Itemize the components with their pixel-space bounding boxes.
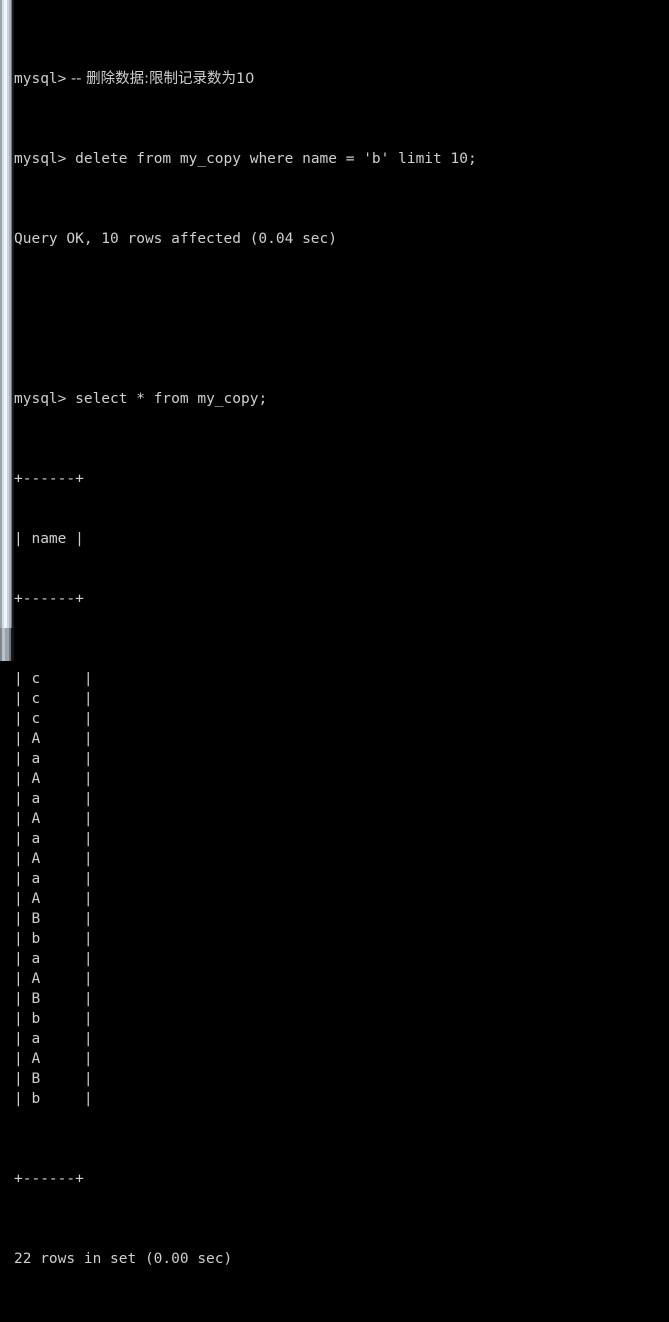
table-row: | A | — [14, 811, 93, 827]
table-top-border: +------+ — [14, 471, 84, 487]
table-row: | a | — [14, 871, 93, 887]
table-row: | B | — [14, 1071, 93, 1087]
table-row: | B | — [14, 991, 93, 1007]
window-left-border-cap — [0, 628, 14, 661]
window-left-border — [0, 0, 14, 661]
table-row: | a | — [14, 791, 93, 807]
table-row: | A | — [14, 891, 93, 907]
console-output-area[interactable]: mysql> -- 删除数据:限制记录数为10 mysql> delete fr… — [14, 0, 669, 1267]
console-line-query-ok: Query OK, 10 rows affected (0.04 sec) — [14, 231, 338, 247]
table-row: | a | — [14, 831, 93, 847]
table-header-row: | name | — [14, 531, 84, 547]
table-row: | A | — [14, 771, 93, 787]
prompt-label: mysql> — [14, 71, 67, 87]
console-line-select-command: mysql> select * from my_copy; — [14, 389, 669, 409]
terminal-window: mysql> -- 删除数据:限制记录数为10 mysql> delete fr… — [0, 0, 669, 1267]
prompt-label: mysql> — [14, 391, 67, 407]
table-row: | A | — [14, 851, 93, 867]
table-row: | A | — [14, 731, 93, 747]
table-row: | b | — [14, 931, 93, 947]
table-header-separator: +------+ — [14, 591, 84, 607]
table-row: | a | — [14, 1031, 93, 1047]
console-line-delete-command: mysql> delete from my_copy where name = … — [14, 149, 669, 169]
table-row: | b | — [14, 1011, 93, 1027]
table-row: | c | — [14, 711, 93, 727]
table-row: | c | — [14, 671, 93, 687]
table-row: | a | — [14, 751, 93, 767]
table-row: | A | — [14, 1051, 93, 1067]
sql-delete-statement: delete from my_copy where name = 'b' lim… — [66, 151, 477, 167]
table-bottom-border: +------+ — [14, 1171, 84, 1187]
table-row: | a | — [14, 951, 93, 967]
console-line-comment: mysql> -- 删除数据:限制记录数为10 — [14, 69, 669, 89]
table-row: | B | — [14, 911, 93, 927]
result-footer-rowcount: 22 rows in set (0.00 sec) — [14, 1251, 233, 1267]
sql-select-statement: select * from my_copy; — [66, 391, 268, 407]
table-body: | c | | c | | c | | A | | a | | A | | a | | A |… — [14, 669, 669, 1109]
table-row: | b | — [14, 1091, 93, 1107]
comment-text: -- 删除数据:限制记录数为10 — [66, 71, 255, 87]
table-row: | c | — [14, 691, 93, 707]
table-row: | A | — [14, 971, 93, 987]
prompt-label: mysql> — [14, 151, 67, 167]
